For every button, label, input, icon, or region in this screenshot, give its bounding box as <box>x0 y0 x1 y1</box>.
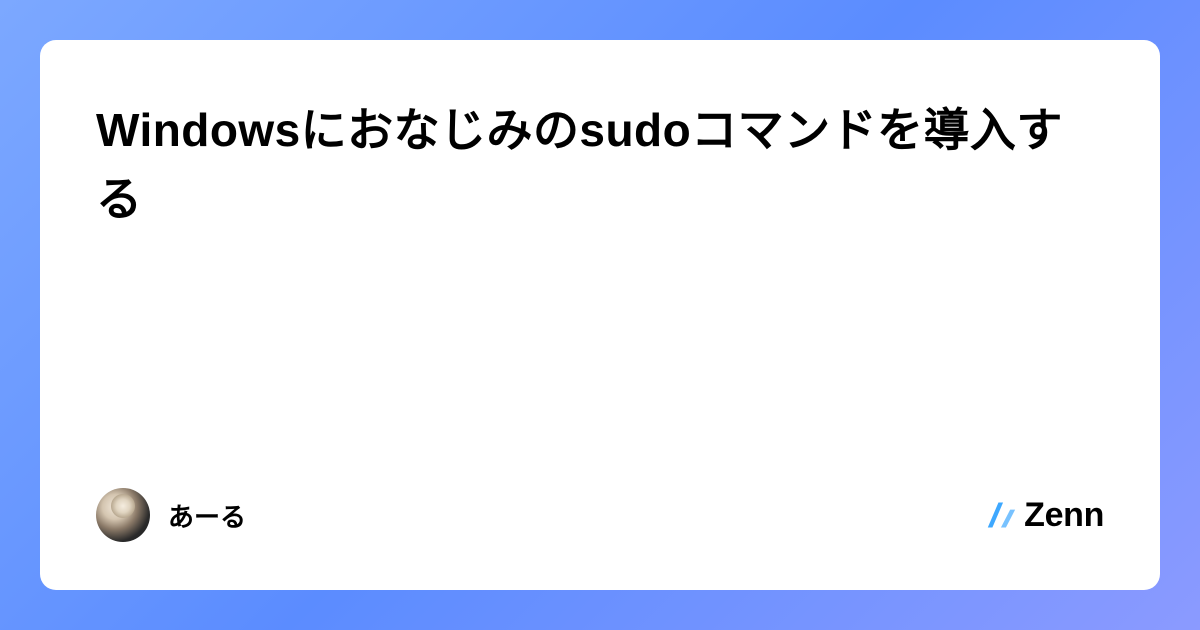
author-avatar <box>96 488 150 542</box>
author-section: あーる <box>96 488 246 542</box>
author-name: あーる <box>168 497 246 534</box>
card-footer: あーる Zenn <box>96 488 1104 542</box>
brand-name: Zenn <box>1024 496 1104 535</box>
zenn-logo-icon <box>986 499 1018 531</box>
brand-logo: Zenn <box>986 496 1104 535</box>
article-card: Windowsにおなじみのsudoコマンドを導入する あーる Zenn <box>40 40 1160 590</box>
article-title: Windowsにおなじみのsudoコマンドを導入する <box>96 96 1104 234</box>
